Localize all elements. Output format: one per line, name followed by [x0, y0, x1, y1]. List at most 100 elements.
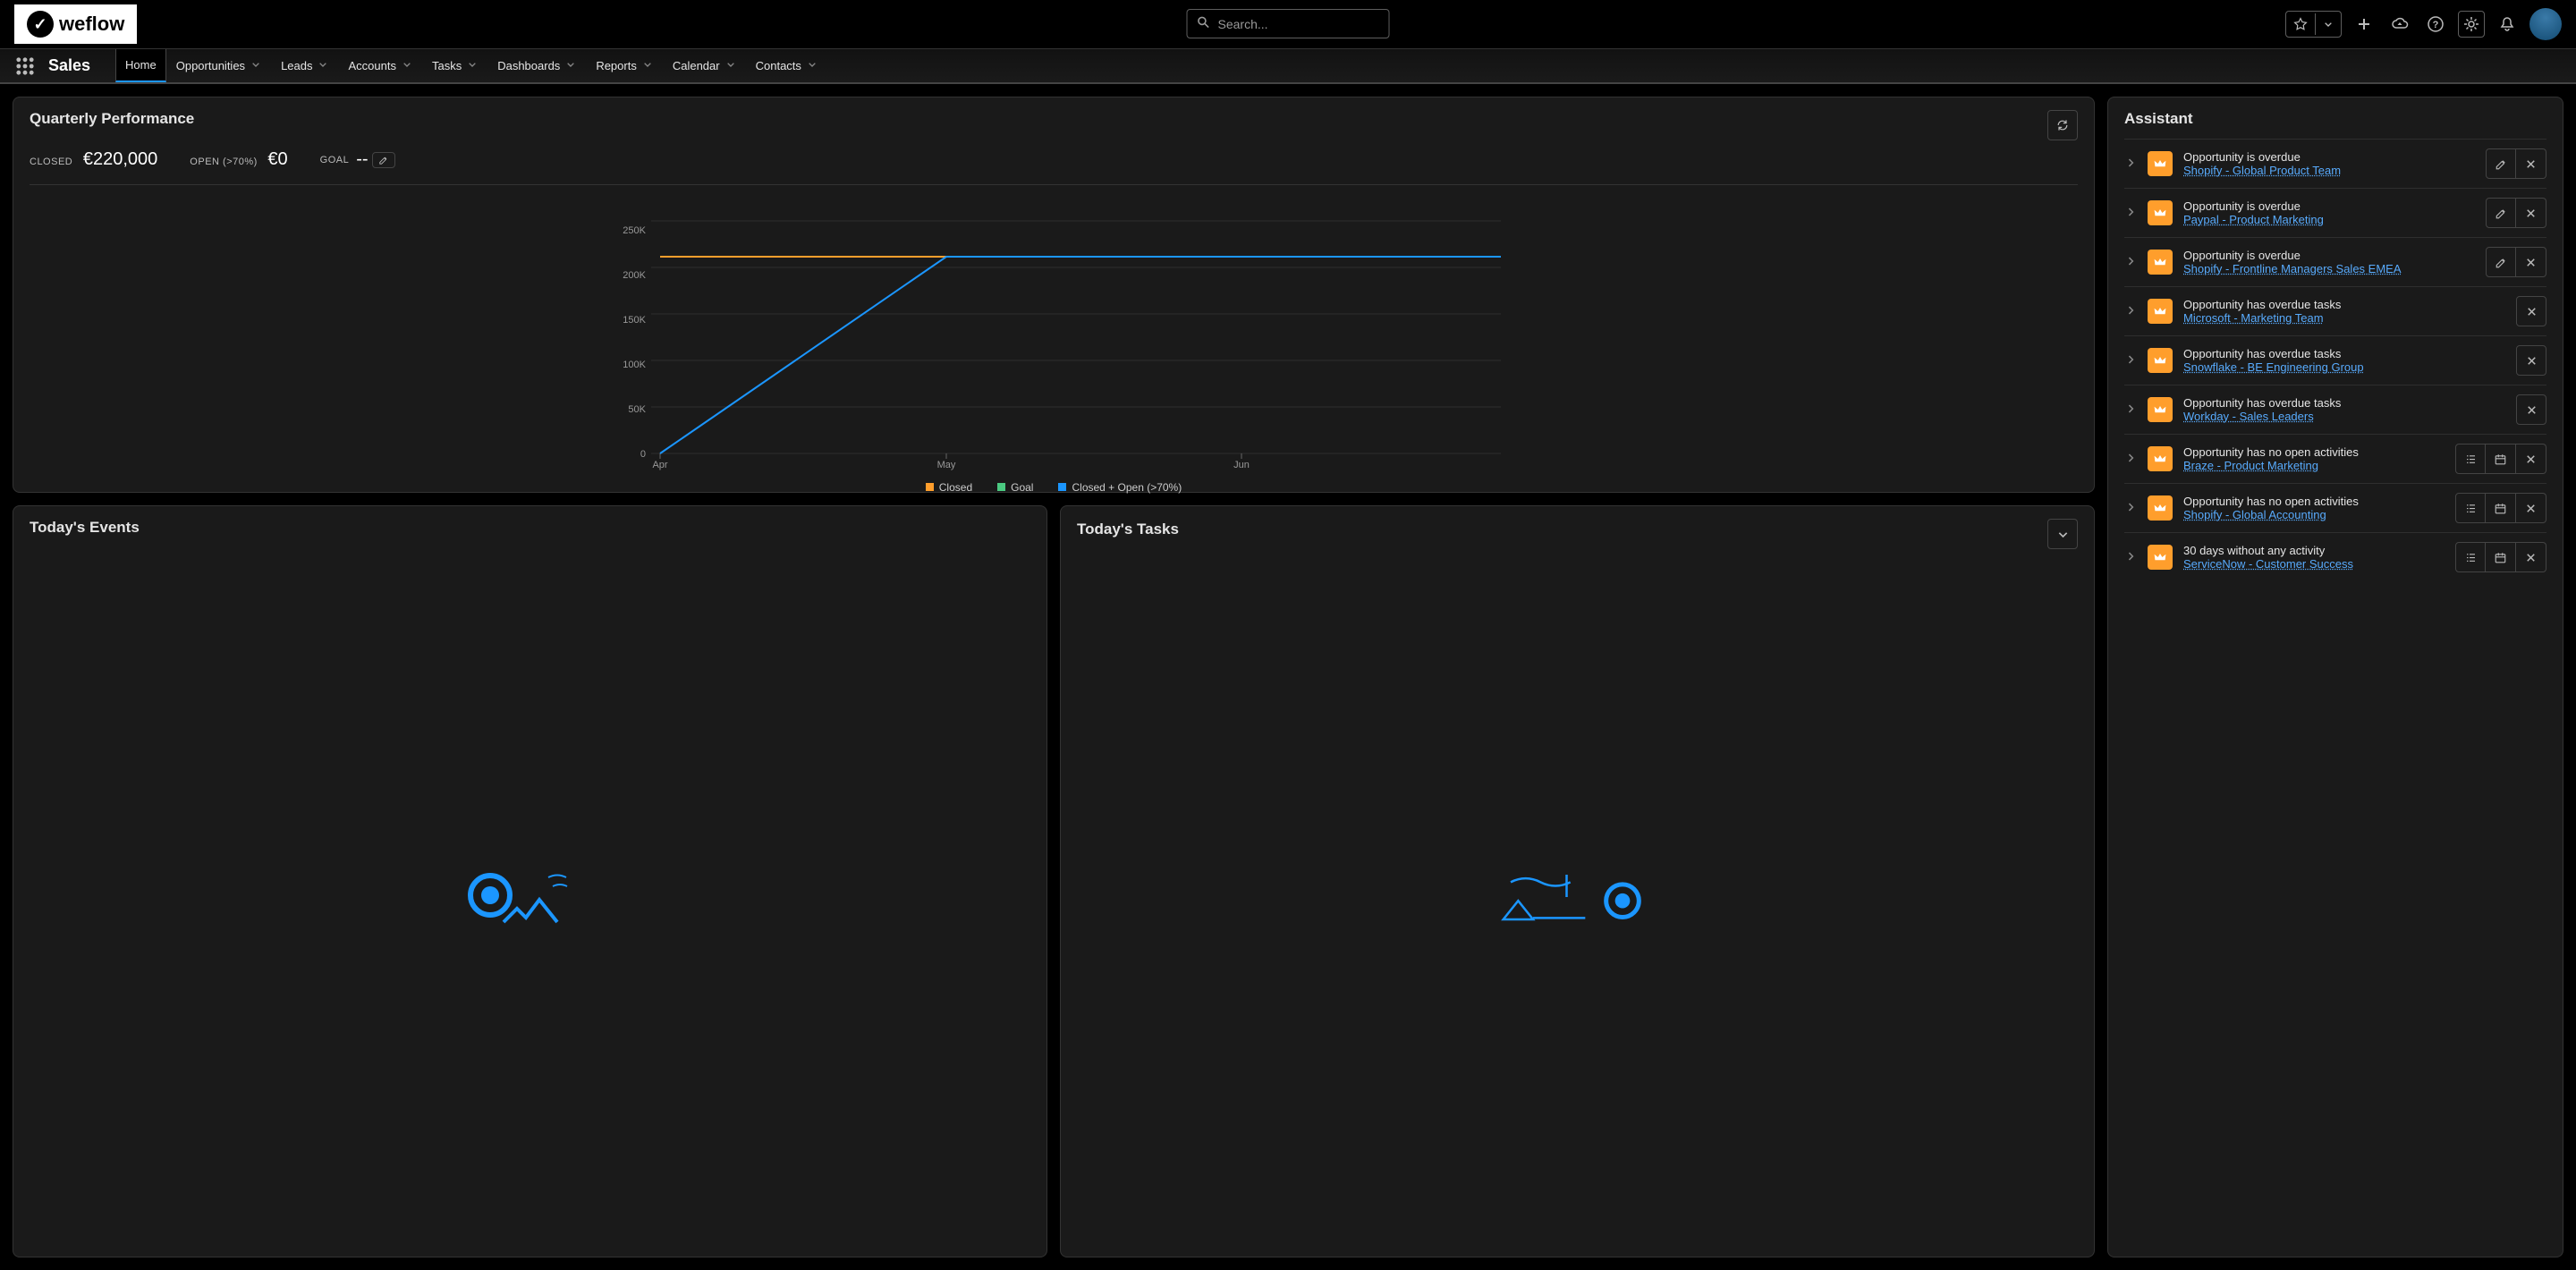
- app-launcher-icon[interactable]: [7, 55, 43, 77]
- dismiss-button[interactable]: [2516, 198, 2546, 228]
- dismiss-button[interactable]: [2516, 542, 2546, 572]
- logo-mark: ✓: [27, 11, 54, 38]
- search-input[interactable]: [1218, 17, 1380, 31]
- assistant-item-body: Opportunity has overdue tasksSnowflake -…: [2183, 347, 2505, 374]
- assistant-item-link[interactable]: Microsoft - Marketing Team: [2183, 311, 2324, 325]
- nav-item-dashboards[interactable]: Dashboards: [487, 49, 586, 82]
- chevron-down-icon[interactable]: [250, 59, 261, 72]
- chevron-down-icon[interactable]: [467, 59, 478, 72]
- nav-item-label: Reports: [596, 59, 637, 72]
- opportunity-icon: [2148, 299, 2173, 324]
- opportunity-icon: [2148, 250, 2173, 275]
- logo-text: weflow: [59, 13, 124, 36]
- nav-item-reports[interactable]: Reports: [586, 49, 663, 82]
- chart-legend: Closed Goal Closed + Open (>70%): [30, 474, 2078, 494]
- svg-text:250K: 250K: [623, 225, 646, 236]
- notifications-icon[interactable]: [2494, 11, 2521, 38]
- assistant-item-link[interactable]: ServiceNow - Customer Success: [2183, 557, 2353, 571]
- assistant-item-link[interactable]: Shopify - Global Accounting: [2183, 508, 2326, 521]
- chevron-right-icon[interactable]: [2124, 304, 2137, 319]
- nav-item-contacts[interactable]: Contacts: [746, 49, 827, 82]
- assistant-item-heading: Opportunity has overdue tasks: [2183, 347, 2505, 360]
- nav-item-opportunities[interactable]: Opportunities: [166, 49, 271, 82]
- chevron-right-icon[interactable]: [2124, 402, 2137, 418]
- trailhead-icon[interactable]: [2386, 11, 2413, 38]
- refresh-button[interactable]: [2047, 110, 2078, 140]
- setup-icon[interactable]: [2458, 11, 2485, 38]
- tasks-menu-button[interactable]: [2047, 519, 2078, 549]
- assistant-item: Opportunity is overdueShopify - Global P…: [2124, 139, 2546, 188]
- svg-text:200K: 200K: [623, 270, 646, 281]
- dismiss-button[interactable]: [2516, 345, 2546, 376]
- nav-item-label: Home: [125, 58, 157, 72]
- new-task-button[interactable]: [2455, 493, 2486, 523]
- goal-label: GOAL: [320, 155, 350, 165]
- chevron-right-icon[interactable]: [2124, 353, 2137, 368]
- search: [1187, 9, 1390, 38]
- dismiss-button[interactable]: [2516, 148, 2546, 179]
- assistant-item-actions: [2455, 542, 2546, 572]
- nav-item-leads[interactable]: Leads: [271, 49, 338, 82]
- assistant-item-heading: Opportunity has overdue tasks: [2183, 396, 2505, 410]
- assistant-item-link[interactable]: Shopify - Frontline Managers Sales EMEA: [2183, 262, 2402, 275]
- new-task-button[interactable]: [2455, 444, 2486, 474]
- chevron-right-icon[interactable]: [2124, 157, 2137, 172]
- new-event-button[interactable]: [2486, 493, 2516, 523]
- chevron-right-icon[interactable]: [2124, 501, 2137, 516]
- favorites-menu[interactable]: [2285, 11, 2342, 38]
- chevron-down-icon[interactable]: [565, 59, 576, 72]
- nav-item-calendar[interactable]: Calendar: [663, 49, 746, 82]
- nav-item-home[interactable]: Home: [115, 49, 166, 82]
- avatar[interactable]: [2529, 8, 2562, 40]
- edit-button[interactable]: [2486, 148, 2516, 179]
- nav-item-label: Calendar: [673, 59, 720, 72]
- chevron-down-icon[interactable]: [402, 59, 412, 72]
- star-icon[interactable]: [2286, 13, 2316, 35]
- svg-text:0: 0: [640, 449, 646, 460]
- edit-button[interactable]: [2486, 247, 2516, 277]
- dismiss-button[interactable]: [2516, 493, 2546, 523]
- goal-edit-button[interactable]: [372, 152, 395, 168]
- assistant-item-link[interactable]: Braze - Product Marketing: [2183, 459, 2318, 472]
- nav-item-tasks[interactable]: Tasks: [422, 49, 487, 82]
- chevron-down-icon[interactable]: [807, 59, 818, 72]
- dismiss-button[interactable]: [2516, 296, 2546, 326]
- legend-swatch-closed-open: [1058, 483, 1066, 491]
- new-task-button[interactable]: [2455, 542, 2486, 572]
- assistant-item-link[interactable]: Paypal - Product Marketing: [2183, 213, 2324, 226]
- chevron-down-icon[interactable]: [318, 59, 328, 72]
- nav-item-label: Tasks: [432, 59, 462, 72]
- logo[interactable]: ✓ weflow: [14, 4, 137, 44]
- assistant-item-link[interactable]: Workday - Sales Leaders: [2183, 410, 2314, 423]
- legend-closed-open: Closed + Open (>70%): [1072, 481, 1182, 494]
- events-title: Today's Events: [30, 519, 1030, 537]
- open-label: OPEN (>70%): [190, 157, 258, 167]
- search-box[interactable]: [1187, 9, 1390, 38]
- help-icon[interactable]: [2422, 11, 2449, 38]
- chevron-down-icon[interactable]: [2316, 15, 2341, 33]
- legend-closed: Closed: [939, 481, 972, 494]
- assistant-item-body: Opportunity is overdueShopify - Frontlin…: [2183, 249, 2475, 275]
- chevron-down-icon[interactable]: [642, 59, 653, 72]
- assistant-item-link[interactable]: Shopify - Global Product Team: [2183, 164, 2341, 177]
- global-actions-button[interactable]: [2351, 11, 2377, 38]
- new-event-button[interactable]: [2486, 444, 2516, 474]
- nav-item-accounts[interactable]: Accounts: [338, 49, 421, 82]
- assistant-item-actions: [2486, 148, 2546, 179]
- new-event-button[interactable]: [2486, 542, 2516, 572]
- dismiss-button[interactable]: [2516, 247, 2546, 277]
- assistant-item-actions: [2486, 247, 2546, 277]
- assistant-item-link[interactable]: Snowflake - BE Engineering Group: [2183, 360, 2364, 374]
- dismiss-button[interactable]: [2516, 444, 2546, 474]
- chevron-right-icon[interactable]: [2124, 550, 2137, 565]
- dismiss-button[interactable]: [2516, 394, 2546, 425]
- edit-button[interactable]: [2486, 198, 2516, 228]
- chevron-down-icon[interactable]: [725, 59, 736, 72]
- opportunity-icon: [2148, 200, 2173, 225]
- topbar: ✓ weflow: [0, 0, 2576, 48]
- chevron-right-icon[interactable]: [2124, 452, 2137, 467]
- nav-item-label: Contacts: [756, 59, 801, 72]
- chevron-right-icon[interactable]: [2124, 255, 2137, 270]
- chevron-right-icon[interactable]: [2124, 206, 2137, 221]
- assistant-item-heading: 30 days without any activity: [2183, 544, 2445, 557]
